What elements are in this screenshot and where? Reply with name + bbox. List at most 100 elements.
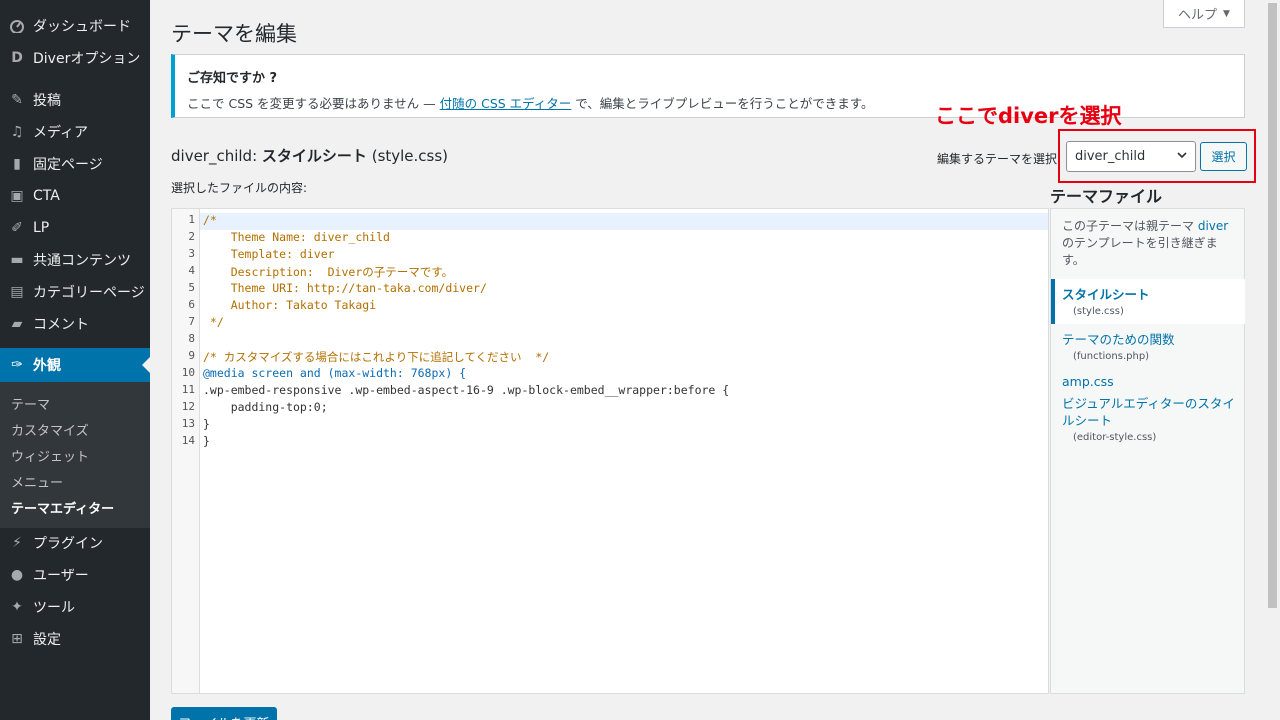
file-heading-file: (style.css) [371,147,449,165]
desc-before: この子テーマは親テーマ [1062,219,1195,233]
notice-title: ご存知ですか ? [187,71,278,86]
code-line: } [203,434,210,448]
file-heading-theme: diver_child: [171,147,258,165]
menu-plugins[interactable]: ⚡ プラグイン [0,528,150,558]
menu-common-content[interactable]: ▬ 共通コンテンツ [0,245,150,275]
theme-select-label: 編集するテーマを選択 [937,152,1058,166]
user-icon: ● [10,567,24,583]
submenu-menus[interactable]: メニュー [11,472,63,491]
menu-label: CTA [33,188,60,204]
caret-down-icon: ▼ [1223,8,1230,19]
media-icon: ♫ [10,124,24,140]
line-number: 8 [188,332,195,345]
code-line: .wp-embed-responsive .wp-embed-aspect-16… [203,383,730,397]
menu-users[interactable]: ● ユーザー [0,560,150,590]
file-functions-php[interactable]: テーマのための関数 [1062,331,1242,348]
lp-icon: ✐ [11,220,23,236]
file-amp-css[interactable]: amp.css [1062,373,1242,390]
code-line: Template: diver [203,247,335,261]
brush-icon: ✑ [11,357,23,373]
file-sub: (functions.php) [1073,351,1150,362]
pin-icon: ✎ [11,92,23,108]
code-line: padding-top:0; [203,400,328,414]
menu-pages[interactable]: ▮ 固定ページ [0,149,150,179]
menu-media[interactable]: ♫ メディア [0,117,150,147]
code-line: Author: Takato Takagi [203,298,377,312]
menu-label: カテゴリーページ [33,285,145,301]
code-line: /* カスタマイズする場合にはこれより下に追記してください */ [203,350,550,364]
menu-label: コメント [33,317,89,333]
menu-comments[interactable]: ▰ コメント [0,309,150,339]
menu-label: ユーザー [33,568,89,584]
help-button[interactable]: ヘルプ ▼ [1163,0,1245,28]
submenu-customize[interactable]: カスタマイズ [11,420,89,439]
line-number: 4 [188,264,195,277]
cta-icon: ▣ [10,188,24,204]
code-line: Description: Diverの子テーマです。 [203,265,454,279]
theme-files-description: この子テーマは親テーマ diver のテンプレートを引き継ぎます。 [1062,218,1237,269]
menu-tools[interactable]: ✦ ツール [0,592,150,622]
active-line-highlight [200,213,1048,230]
file-heading: diver_child: スタイルシート (style.css) [171,145,448,166]
code-line: Theme URI: http://tan-taka.com/diver/ [203,281,487,295]
line-number: 13 [181,417,195,430]
line-number: 3 [188,247,195,260]
theme-files-title: テーマファイル [1050,187,1163,206]
line-number: 12 [181,400,195,413]
line-number: 7 [188,315,195,328]
highlight-box [1058,129,1256,183]
file-heading-name: スタイルシート [261,147,367,165]
admin-sidebar: ダッシュボード D Diverオプション ✎ 投稿 ♫ メディア ▮ 固定ページ… [0,0,150,720]
line-number: 1 [188,213,195,226]
category-icon: ▤ [10,284,24,300]
menu-dashboard[interactable]: ダッシュボード [0,11,150,41]
page-icon: ▮ [13,156,21,172]
file-sub: (style.css) [1073,306,1124,317]
notice-text: ここで CSS を変更する必要はありません — 付随の CSS エディター で、… [187,93,874,112]
menu-label: ダッシュボード [33,19,131,35]
menu-cta[interactable]: ▣ CTA [0,181,150,211]
menu-posts[interactable]: ✎ 投稿 [0,85,150,115]
code-line: */ [203,315,224,329]
code-line: } [203,417,210,431]
settings-icon: ⊞ [11,631,23,647]
diver-icon: D [11,50,23,66]
menu-lp[interactable]: ✐ LP [0,213,150,243]
menu-appearance[interactable]: ✑ 外観 [0,348,150,382]
menu-label: 設定 [33,632,61,648]
theme-files-panel: この子テーマは親テーマ diver のテンプレートを引き継ぎます。 スタイルシート… [1050,208,1245,694]
help-label: ヘルプ [1178,8,1218,23]
appearance-submenu: テーマ カスタマイズ ウィジェット メニュー テーマエディター [0,382,150,528]
code-line: /* [203,213,217,227]
notice-text-after: で、編集とライブプレビューを行うことができます。 [575,96,874,111]
menu-diver-options[interactable]: D Diverオプション [0,43,150,73]
menu-label: プラグイン [33,536,103,552]
line-number: 6 [188,298,195,311]
code-line: Theme Name: diver_child [203,230,390,244]
menu-label: 固定ページ [33,157,103,173]
parent-theme-link[interactable]: diver [1198,219,1228,233]
menu-label: 外観 [33,358,61,374]
file-style-css[interactable]: スタイルシート [1062,286,1242,303]
menu-label: LP [33,220,50,236]
content-label: 選択したファイルの内容: [171,181,308,195]
submenu-theme-editor[interactable]: テーマエディター [11,498,114,517]
file-editor-style-css[interactable]: ビジュアルエディターのスタイルシート [1062,395,1242,429]
desc-after: のテンプレートを引き継ぎます。 [1062,236,1218,267]
line-number: 14 [181,434,195,447]
submenu-themes[interactable]: テーマ [11,394,50,413]
wrench-icon: ✦ [11,599,23,615]
submenu-widgets[interactable]: ウィジェット [11,446,89,465]
page-title: テーマを編集 [171,22,297,46]
code-editor[interactable]: 1 2 3 4 5 6 7 8 9 10 11 12 13 14 /* Them… [171,208,1049,694]
scrollbar-thumb[interactable] [1268,3,1277,608]
menu-settings[interactable]: ⊞ 設定 [0,624,150,654]
line-number: 5 [188,281,195,294]
menu-category-page[interactable]: ▤ カテゴリーページ [0,277,150,307]
menu-label: 共通コンテンツ [33,253,131,269]
line-number: 9 [188,349,195,362]
menu-label: 投稿 [33,93,61,109]
css-editor-link[interactable]: 付随の CSS エディター [440,96,572,111]
dashboard-icon [8,18,26,34]
update-file-button[interactable]: ファイルを更新 [171,707,277,720]
